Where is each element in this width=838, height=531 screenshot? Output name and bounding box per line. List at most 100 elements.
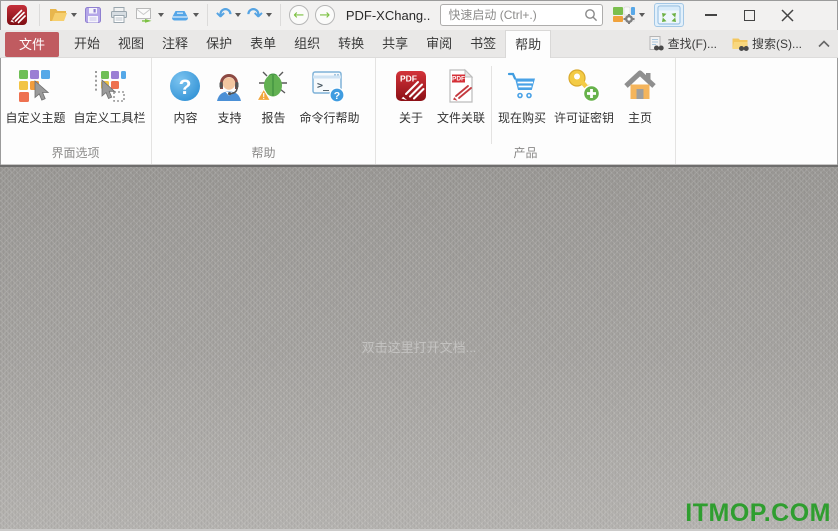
title-bar: ↶ ↷ ← → PDF-XChang.. [0, 0, 838, 30]
button-label: 报告 [261, 111, 286, 125]
dropdown-caret[interactable] [193, 13, 199, 17]
bug-report-icon: ! [256, 71, 288, 102]
button-label: 现在购买 [497, 111, 546, 125]
svg-text:?: ? [334, 90, 340, 102]
command-line-icon: >_ ? [312, 71, 346, 103]
print-button[interactable] [106, 3, 132, 27]
group-label: 界面选项 [51, 146, 100, 160]
open-button[interactable] [45, 3, 80, 27]
button-label: 命令行帮助 [299, 111, 360, 125]
tab-organize[interactable]: 组织 [285, 30, 329, 57]
tab-view[interactable]: 视图 [109, 30, 153, 57]
minimize-button[interactable] [692, 0, 730, 30]
quick-launch-input[interactable] [440, 4, 604, 26]
customize-theme-button[interactable]: 自定义主题 [1, 66, 69, 128]
toolbar-separator [39, 4, 40, 26]
tab-share[interactable]: 共享 [373, 30, 417, 57]
app-logo-icon [7, 5, 27, 25]
dropdown-caret[interactable] [234, 13, 241, 17]
group-inner-separator [490, 66, 492, 144]
dropdown-caret[interactable] [71, 13, 77, 17]
button-label: 自定义主题 [5, 111, 66, 125]
svg-text:>_: >_ [317, 81, 330, 92]
button-label: 文件关联 [436, 111, 485, 125]
svg-text:?: ? [179, 76, 192, 99]
email-button[interactable] [132, 3, 167, 27]
button-label: 主页 [628, 111, 653, 125]
button-label: 关于 [398, 111, 423, 125]
tab-review[interactable]: 审阅 [417, 30, 461, 57]
quick-launch-search[interactable] [440, 4, 604, 26]
search-button[interactable]: 搜索(S)... [731, 35, 802, 53]
scan-button[interactable] [167, 3, 202, 27]
open-document-hint: 双击这里打开文档... [361, 340, 477, 356]
undo-icon: ↶ [216, 4, 232, 26]
dropdown-caret[interactable] [639, 13, 646, 17]
group-interface-options: 自定义主题 自定义工具栏 界面选项 [0, 58, 152, 164]
tab-bookmarks[interactable]: 书签 [461, 30, 505, 57]
tab-protect[interactable]: 保护 [197, 30, 241, 57]
window-controls [692, 0, 806, 30]
ribbon-empty-area [676, 58, 838, 164]
folder-open-icon [50, 9, 67, 21]
redo-icon: ↷ [246, 4, 263, 26]
tab-convert[interactable]: 转换 [329, 30, 373, 57]
dropdown-caret[interactable] [158, 13, 164, 17]
document-canvas[interactable]: 双击这里打开文档... ITMOP.COM [0, 165, 838, 531]
tab-home[interactable]: 开始 [65, 30, 109, 57]
group-label: 帮助 [251, 146, 276, 160]
command-line-help-button[interactable]: >_ ? 命令行帮助 [295, 66, 363, 128]
help-contents-icon: ? [170, 71, 201, 101]
tab-form[interactable]: 表单 [241, 30, 285, 57]
svg-text:!: ! [263, 92, 266, 101]
report-button[interactable]: ! 报告 [251, 66, 295, 128]
ribbon-tab-bar: 文件 开始 视图 注释 保护 表单 组织 转换 共享 审阅 书签 帮助 查找(F… [0, 30, 838, 58]
save-button[interactable] [80, 3, 106, 27]
collapse-ribbon-button[interactable] [818, 39, 830, 48]
group-label: 产品 [513, 146, 538, 160]
file-associations-icon: PDF [449, 68, 474, 103]
search-label: 搜索(S)... [752, 37, 802, 51]
scanner-icon [172, 11, 188, 21]
window-title: PDF-XChang.. [345, 7, 431, 23]
tab-file[interactable]: 文件 [5, 32, 60, 57]
maximize-button[interactable] [730, 0, 768, 30]
ui-options-icon [613, 6, 636, 24]
back-button[interactable]: ← [288, 5, 309, 25]
button-label: 许可证密钥 [554, 111, 615, 125]
toolbar-separator [207, 4, 208, 26]
button-label: 内容 [173, 111, 198, 125]
support-button[interactable]: 支持 [207, 66, 251, 128]
chevron-up-icon [818, 39, 830, 47]
customize-toolbars-button[interactable]: 自定义工具栏 [70, 66, 150, 128]
shopping-cart-icon [507, 72, 535, 99]
home-icon [624, 70, 656, 99]
about-button[interactable]: PDF 关于 [389, 66, 433, 128]
find-button[interactable]: 查找(F)... [647, 35, 717, 53]
tab-help[interactable]: 帮助 [505, 30, 552, 58]
license-key-button[interactable]: 许可证密钥 [550, 66, 618, 128]
buy-now-button[interactable]: 现在购买 [494, 66, 550, 128]
fullscreen-button[interactable] [654, 3, 685, 27]
save-icon [85, 7, 101, 23]
contents-button[interactable]: ? 内容 [163, 66, 207, 128]
forward-icon: → [319, 7, 331, 23]
home-page-button[interactable]: 主页 [618, 66, 662, 128]
undo-button[interactable]: ↶ [213, 3, 244, 27]
find-document-icon [649, 35, 664, 50]
printer-icon [111, 7, 127, 23]
redo-button[interactable]: ↷ [244, 3, 275, 27]
about-pdf-icon: PDF [395, 71, 426, 101]
license-key-icon [568, 69, 601, 103]
tab-comment[interactable]: 注释 [153, 30, 197, 57]
ui-options-button[interactable] [609, 3, 648, 27]
file-associations-button[interactable]: PDF 文件关联 [433, 66, 489, 128]
dropdown-caret[interactable] [265, 13, 272, 17]
customize-toolbars-icon [94, 71, 126, 102]
svg-text:PDF: PDF [452, 76, 465, 83]
search-folder-icon [732, 38, 749, 51]
close-button[interactable] [768, 0, 806, 30]
forward-button[interactable]: → [314, 5, 335, 25]
close-icon [781, 8, 794, 22]
ribbon-help-panel: 自定义主题 自定义工具栏 界面选项 ? 内容 支持 ! 报告 >_ ? 命令行帮… [0, 58, 838, 165]
